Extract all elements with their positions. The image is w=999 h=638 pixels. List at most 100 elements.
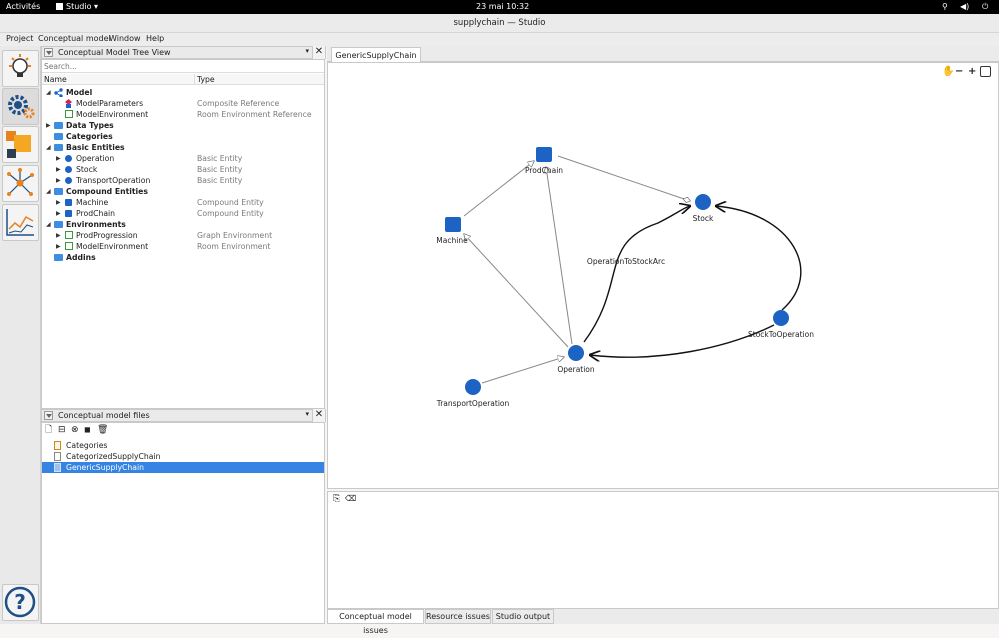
- chevron-down-icon[interactable]: ▾: [305, 47, 309, 55]
- zoom-toolbar: ✋ − +: [942, 66, 994, 78]
- file-label: GenericSupplyChain: [66, 463, 144, 472]
- settings-perspective-button[interactable]: [2, 88, 39, 125]
- panel-menu-icon[interactable]: [44, 48, 53, 57]
- tree-row[interactable]: ▶ ModelEnvironment Room Environment: [42, 241, 324, 252]
- node-label: Machine: [436, 236, 468, 245]
- tree-row[interactable]: ▶ ProdChain Compound Entity: [42, 208, 324, 219]
- expand-arrow-icon[interactable]: ▶: [56, 230, 61, 241]
- tree-row[interactable]: ModelEnvironment Room Environment Refere…: [42, 109, 324, 120]
- edge-operation-machine[interactable]: [464, 234, 569, 348]
- help-button[interactable]: ?: [2, 584, 39, 621]
- tree-row-label: ProdProgression: [76, 231, 138, 240]
- tab-studio-output[interactable]: Studio output: [492, 609, 554, 624]
- fit-view-icon[interactable]: [980, 66, 991, 77]
- zoom-in-icon[interactable]: +: [968, 66, 976, 77]
- edge-stock-prodchain[interactable]: [557, 155, 690, 201]
- stop-icon[interactable]: ◼: [84, 425, 91, 435]
- expand-arrow-icon[interactable]: ◢: [46, 142, 51, 153]
- expand-arrow-icon[interactable]: ▶: [56, 175, 61, 186]
- expand-arrow-icon[interactable]: ▶: [56, 164, 61, 175]
- expand-arrow-icon[interactable]: ▶: [56, 208, 61, 219]
- tree-row[interactable]: ▶ TransportOperation Basic Entity: [42, 175, 324, 186]
- folder-icon: [54, 122, 63, 129]
- tree-row[interactable]: ▶ Operation Basic Entity: [42, 153, 324, 164]
- tree-row-label: Model: [66, 88, 93, 97]
- tree-row[interactable]: ModelParameters Composite Reference: [42, 98, 324, 109]
- tree-row[interactable]: ◢ Basic Entities: [42, 142, 324, 153]
- close-icon[interactable]: ✕: [312, 46, 325, 59]
- tree-row[interactable]: ◢ Environments: [42, 219, 324, 230]
- node-machine[interactable]: [445, 217, 461, 232]
- blocks-icon: [6, 131, 31, 158]
- panel-menu-icon[interactable]: [44, 411, 53, 420]
- node-prodchain[interactable]: [536, 147, 552, 162]
- expand-arrow-icon[interactable]: ▶: [56, 197, 61, 208]
- node-label: TransportOperation: [436, 399, 510, 408]
- tree-row[interactable]: ▶ ProdProgression Graph Environment: [42, 230, 324, 241]
- node-operation[interactable]: [568, 345, 584, 361]
- expand-arrow-icon[interactable]: ▶: [56, 153, 61, 164]
- file-icon: [54, 463, 61, 472]
- arc-operation-to-stock[interactable]: [583, 206, 690, 343]
- copy-icon[interactable]: ⎘: [333, 494, 340, 504]
- modules-perspective-button[interactable]: [2, 126, 39, 163]
- volume-icon[interactable]: ◀): [960, 2, 969, 11]
- delete-icon[interactable]: 🗑: [97, 425, 108, 435]
- menu-help[interactable]: Help: [146, 34, 164, 43]
- remove-icon[interactable]: ⊗: [71, 425, 79, 435]
- tree-row-label: ModelParameters: [76, 99, 144, 108]
- folder-icon: [54, 188, 63, 195]
- expand-arrow-icon[interactable]: ▶: [46, 120, 51, 131]
- search-input[interactable]: [42, 60, 324, 73]
- power-icon[interactable]: ⏻: [982, 2, 988, 12]
- file-item-selected[interactable]: GenericSupplyChain: [42, 462, 324, 473]
- tree-row[interactable]: ◢ Model: [42, 87, 324, 98]
- arc-stocktooperation-operation[interactable]: [590, 324, 775, 357]
- conceptual-model-tree: Name Type ◢ Model ModelParameters Compos…: [41, 59, 325, 409]
- expand-arrow-icon[interactable]: ◢: [46, 87, 51, 98]
- activities-button[interactable]: Activités: [6, 2, 40, 11]
- clock[interactable]: 23 mai 10:32: [476, 2, 529, 11]
- edge-machine-prodchain[interactable]: [463, 161, 534, 217]
- graph-canvas[interactable]: ProdChain Machine Stock Operation Transp…: [327, 62, 999, 489]
- tab-conceptual-model-issues[interactable]: Conceptual model issues: [327, 609, 424, 635]
- menu-conceptual-model[interactable]: Conceptual model: [38, 34, 111, 43]
- clear-icon[interactable]: ⌫: [345, 494, 356, 503]
- edge-transport-operation[interactable]: [481, 357, 564, 384]
- tab-generic-supply-chain[interactable]: GenericSupplyChain: [331, 47, 421, 63]
- tree-row[interactable]: ▶ Data Types: [42, 120, 324, 131]
- node-stock-to-operation[interactable]: [773, 310, 789, 326]
- edge-operation-prodchain[interactable]: [546, 167, 573, 345]
- pan-hand-icon[interactable]: ✋: [942, 66, 954, 77]
- chevron-down-icon[interactable]: ▾: [305, 410, 309, 418]
- tree-row[interactable]: ▶ Machine Compound Entity: [42, 197, 324, 208]
- tab-resource-issues[interactable]: Resource issues: [425, 609, 491, 624]
- menu-project[interactable]: Project: [6, 34, 33, 43]
- expand-arrow-icon[interactable]: ◢: [46, 186, 51, 197]
- column-header-name[interactable]: Name: [44, 75, 67, 84]
- graph-perspective-button[interactable]: [2, 165, 39, 202]
- chart-perspective-button[interactable]: [2, 204, 39, 241]
- tree-row[interactable]: ▶ Stock Basic Entity: [42, 164, 324, 175]
- zoom-out-icon[interactable]: −: [955, 66, 963, 77]
- lightbulb-perspective-button[interactable]: [2, 50, 39, 87]
- graph-svg[interactable]: ProdChain Machine Stock Operation Transp…: [328, 63, 998, 488]
- node-transport-operation[interactable]: [465, 379, 481, 395]
- node-stock[interactable]: [695, 194, 711, 210]
- tree-row[interactable]: Addins: [42, 252, 324, 263]
- app-menu-button[interactable]: Studio ▾: [56, 2, 98, 11]
- expand-arrow-icon[interactable]: ◢: [46, 219, 51, 230]
- file-item[interactable]: CategorizedSupplyChain: [42, 451, 324, 462]
- close-icon[interactable]: ✕: [312, 409, 325, 422]
- import-icon[interactable]: ⊟: [58, 425, 66, 435]
- column-header-type[interactable]: Type: [197, 75, 215, 84]
- conceptual-model-files: 🗋 ⊟ ⊗ ◼ 🗑 Categories CategorizedSupplyCh…: [41, 422, 325, 624]
- network-icon[interactable]: ⚲: [942, 2, 948, 11]
- arc-stocktooperation-stock[interactable]: [716, 206, 802, 311]
- tree-row[interactable]: Categories: [42, 131, 324, 142]
- menu-window[interactable]: Window: [109, 34, 141, 43]
- new-file-icon[interactable]: 🗋: [45, 425, 52, 435]
- file-item[interactable]: Categories: [42, 440, 324, 451]
- tree-row[interactable]: ◢ Compound Entities: [42, 186, 324, 197]
- expand-arrow-icon[interactable]: ▶: [56, 241, 61, 252]
